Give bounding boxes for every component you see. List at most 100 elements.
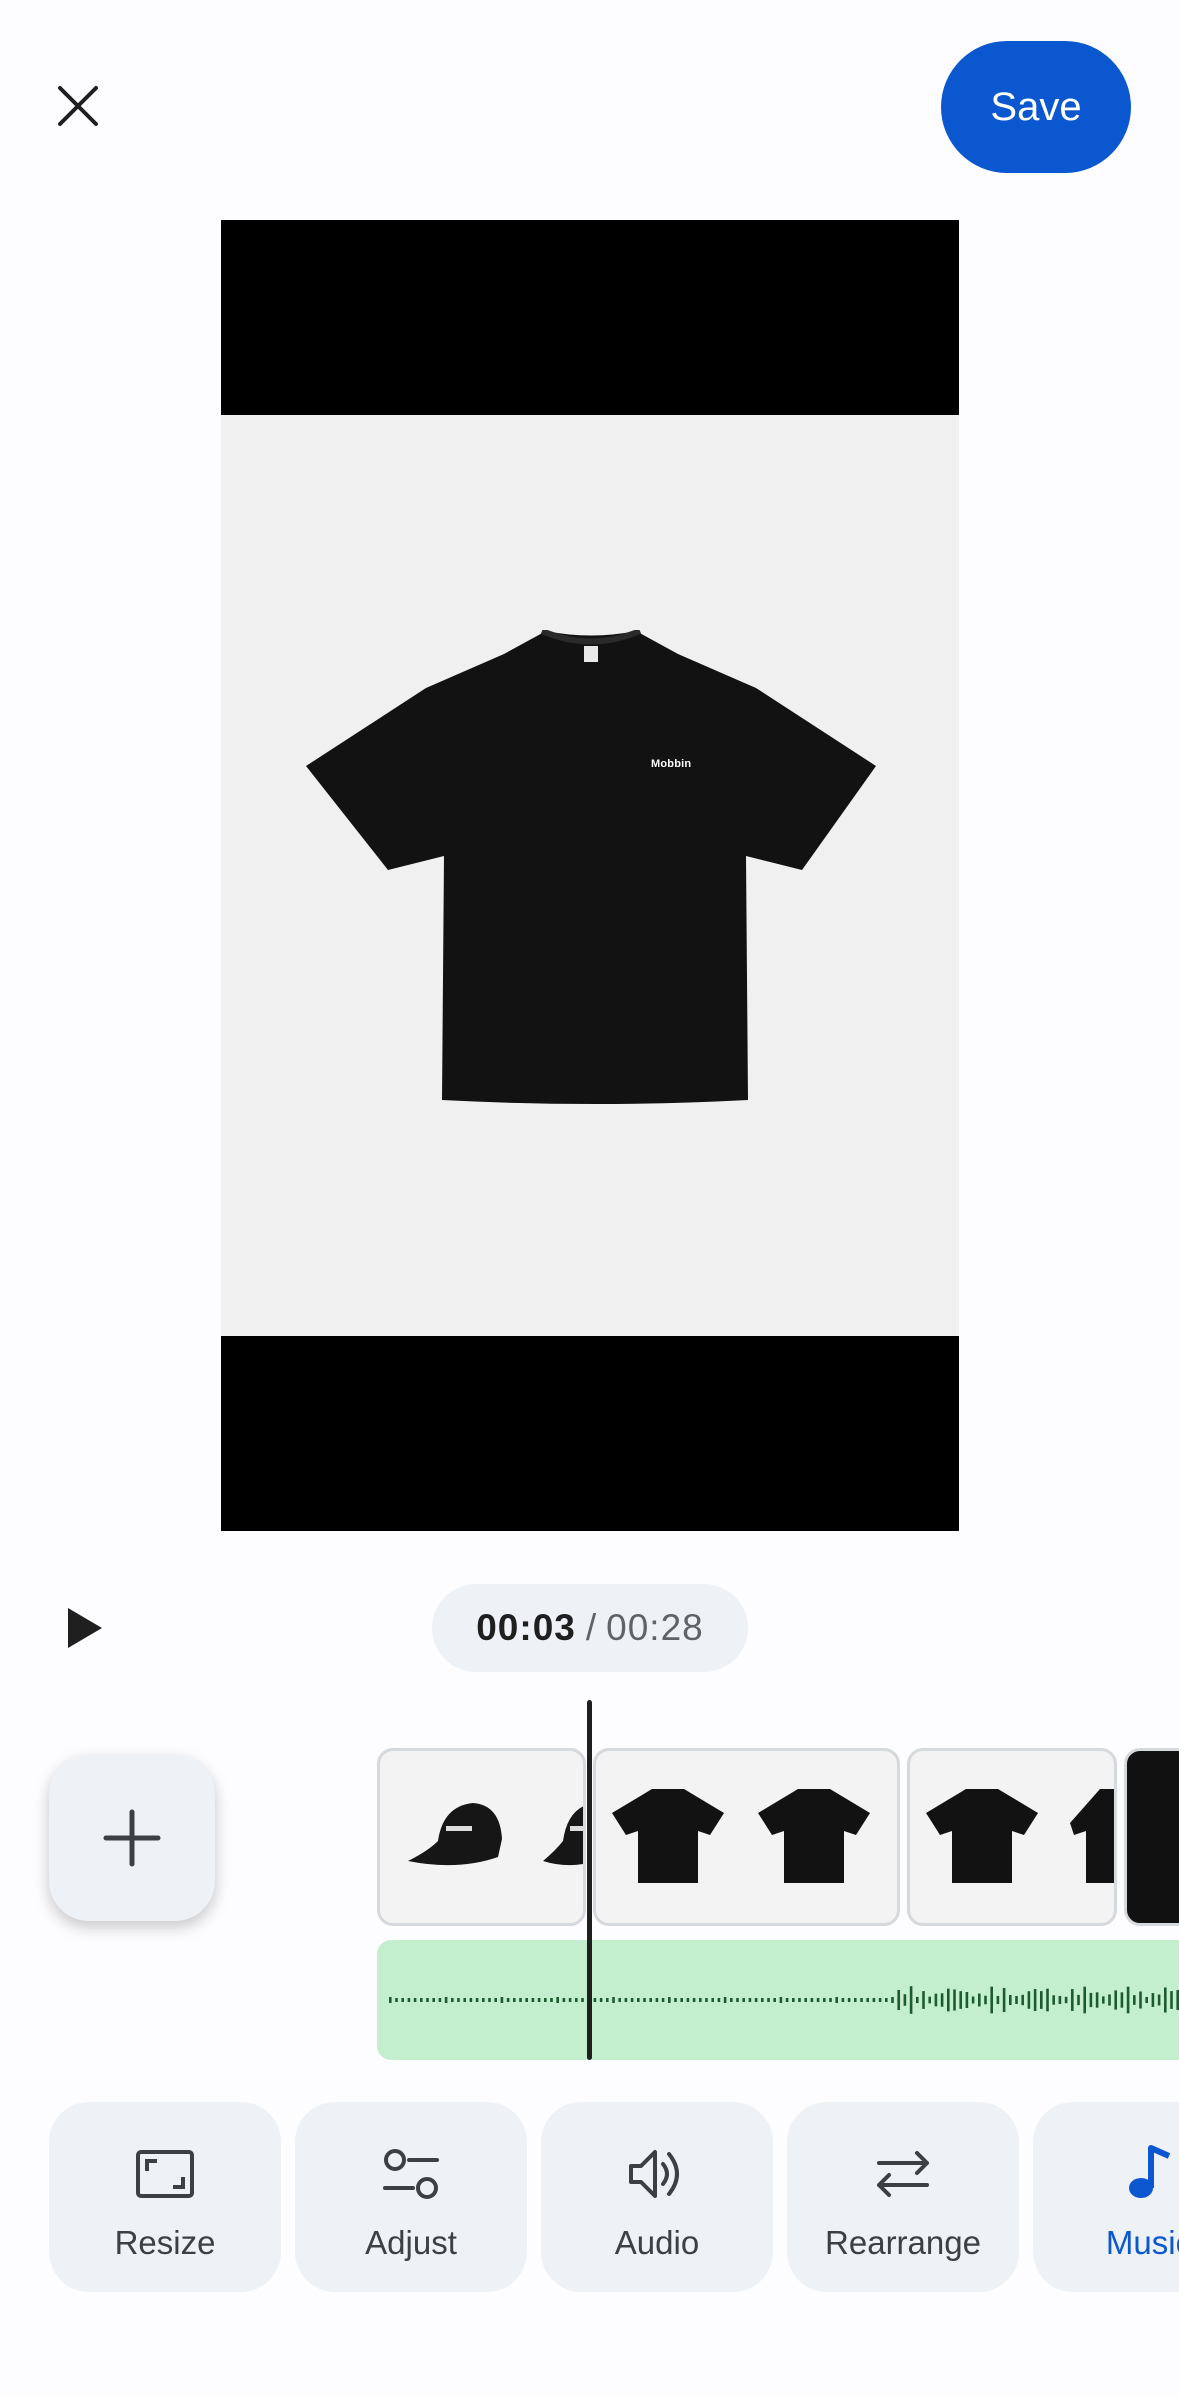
waveform-bar: [488, 1998, 491, 2002]
waveform-bar: [668, 1997, 671, 2003]
waveform-bar: [996, 1995, 1000, 2005]
waveform-bar: [847, 1998, 851, 2002]
waveform-bar: [928, 1996, 931, 2004]
waveform-bar: [525, 1998, 528, 2002]
waveform-bar: [562, 1998, 566, 2002]
waveform-bar: [680, 1998, 683, 2002]
audio-button[interactable]: Audio: [541, 2102, 773, 2292]
rearrange-icon: [877, 2151, 929, 2197]
waveform-bar: [1083, 1986, 1086, 2014]
timeline-clip-tshirt[interactable]: [907, 1748, 1117, 1926]
waveform-bar: [829, 1998, 832, 2002]
music-button[interactable]: Music: [1033, 2102, 1179, 2292]
waveform-bar: [426, 1998, 429, 2002]
waveform-bar: [953, 1989, 956, 2011]
waveform-bar: [407, 1998, 411, 2002]
waveform-bar: [903, 1994, 907, 2006]
waveform-bar: [1015, 1995, 1018, 2005]
waveform-bar: [748, 1998, 752, 2002]
play-button[interactable]: [56, 1600, 112, 1656]
waveform-bar: [568, 1998, 572, 2002]
adjust-icon: [383, 2149, 439, 2199]
waveform-bar: [1095, 1992, 1099, 2008]
waveform-bar: [909, 1986, 913, 2014]
waveform-bar: [618, 1998, 621, 2002]
waveform-bar: [531, 1998, 535, 2002]
waveform-bar: [978, 1993, 981, 2007]
waveform-bar: [1120, 1992, 1124, 2008]
waveform-bar: [922, 1991, 925, 2009]
add-clip-button[interactable]: [49, 1755, 215, 1921]
waveform-bar: [537, 1998, 541, 2002]
waveform-bar: [965, 1992, 969, 2008]
waveform-bar: [674, 1998, 677, 2002]
waveform-bar: [1033, 1989, 1037, 2011]
cap-thumbnail: [543, 1806, 583, 1866]
waveform-bar: [438, 1998, 442, 2002]
waveform-bar: [916, 1996, 919, 2004]
waveform-bar: [413, 1998, 417, 2002]
timeline-clip-cap[interactable]: [377, 1748, 586, 1926]
waveform-bar: [717, 1998, 721, 2002]
audio-label: Audio: [614, 2224, 700, 2261]
waveform-bar: [1052, 1995, 1055, 2005]
waveform-bar: [1009, 1994, 1012, 2006]
time-indicator: 00:03 / 00:28: [432, 1584, 748, 1672]
audio-track[interactable]: [377, 1940, 1179, 2060]
rearrange-button[interactable]: Rearrange: [787, 2102, 1019, 2292]
waveform-bar: [1170, 1991, 1173, 2009]
waveform-bar: [971, 1996, 975, 2004]
waveform-bar: [482, 1998, 485, 2002]
waveform-bar: [1157, 1994, 1161, 2006]
waveform-bar: [463, 1998, 466, 2002]
waveform-bar: [723, 1997, 727, 2003]
waveform-bar: [575, 1998, 578, 2002]
waveform-bar: [947, 1988, 950, 2012]
waveform-bar: [550, 1998, 553, 2002]
close-icon: [58, 86, 98, 126]
waveform-bar: [519, 1998, 522, 2002]
waveform-bar: [606, 1998, 609, 2002]
waveform-bar: [711, 1998, 714, 2002]
waveform-bar: [500, 1997, 504, 2003]
waveform-bar: [599, 1998, 603, 2002]
waveform-bar: [581, 1998, 584, 2002]
audio-waveform: [389, 1986, 1179, 2014]
waveform-bar: [1040, 1991, 1043, 2009]
adjust-button[interactable]: Adjust: [295, 2102, 527, 2292]
waveform-bar: [891, 1997, 894, 2003]
waveform-bar: [730, 1998, 733, 2002]
waveform-bar: [754, 1998, 758, 2002]
save-button[interactable]: Save: [941, 41, 1131, 173]
waveform-bar: [444, 1997, 448, 2003]
waveform-bar: [593, 1998, 597, 2002]
waveform-bar: [897, 1989, 900, 2011]
waveform-bar: [506, 1998, 510, 2002]
waveform-bar: [686, 1998, 690, 2002]
waveform-bar: [494, 1998, 497, 2002]
timeline-clip-tshirt[interactable]: [593, 1748, 900, 1926]
tshirt-thumbnail: [612, 1789, 724, 1883]
shirt-brand-text: Mobbin: [651, 758, 692, 770]
waveform-bar: [661, 1998, 665, 2002]
waveform-bar: [1002, 1987, 1006, 2013]
waveform-bar: [469, 1998, 473, 2002]
resize-button[interactable]: Resize: [49, 2102, 281, 2292]
video-preview[interactable]: Mobbin: [221, 220, 959, 1531]
waveform-bar: [1133, 1995, 1136, 2005]
waveform-bar: [1046, 1988, 1049, 2012]
waveform-bar: [841, 1998, 845, 2002]
waveform-bar: [451, 1998, 454, 2002]
waveform-bar: [705, 1998, 708, 2002]
waveform-bar: [810, 1998, 814, 2002]
playhead[interactable]: [587, 1700, 592, 2060]
waveform-bar: [1064, 1996, 1068, 2004]
waveform-bar: [692, 1998, 696, 2002]
music-label: Music: [1105, 2224, 1179, 2261]
adjust-label: Adjust: [365, 2224, 457, 2261]
waveform-bar: [457, 1998, 460, 2002]
close-button[interactable]: [40, 68, 116, 144]
waveform-bar: [1071, 1989, 1074, 2011]
timeline-clip-tshirt[interactable]: [1124, 1748, 1179, 1926]
waveform-bar: [984, 1995, 987, 2005]
